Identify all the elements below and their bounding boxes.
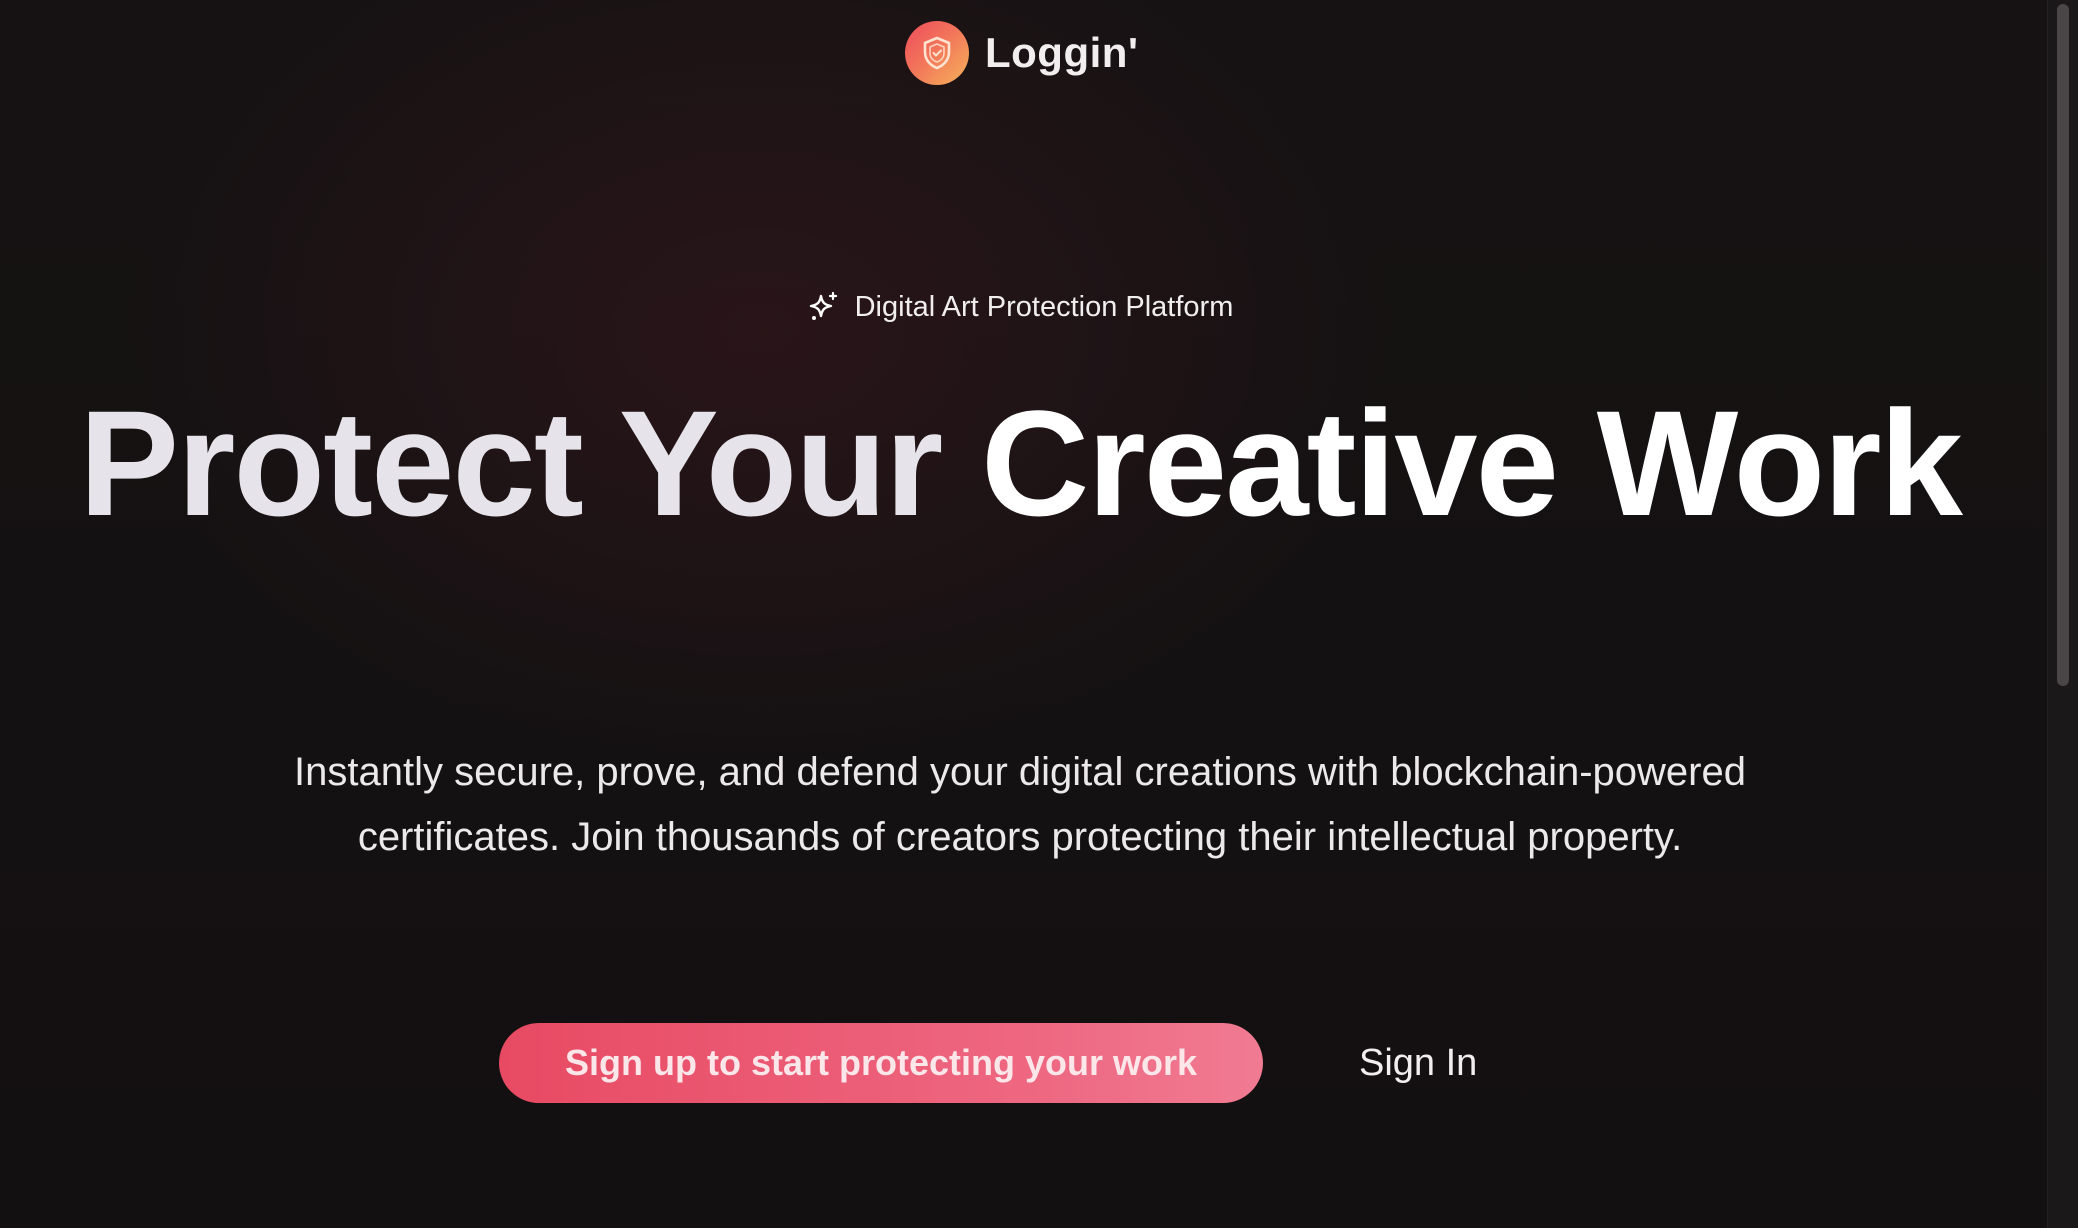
shield-check-icon (923, 36, 951, 70)
sparkle-icon (809, 291, 837, 320)
site-header: Loggin' (905, 18, 1138, 88)
page-scrollbar[interactable] (2047, 0, 2078, 1228)
hero-title-part1: Protect Your (79, 379, 981, 547)
sign-in-link[interactable]: Sign In (1359, 1042, 1477, 1085)
hero-subtitle: Instantly secure, prove, and defend your… (294, 750, 1746, 859)
hero-badge-text: Digital Art Protection Platform (854, 290, 1234, 323)
signup-button[interactable]: Sign up to start protecting your work (499, 1023, 1263, 1103)
hero-title: Protect Your Creative Work (0, 388, 2040, 538)
hero-badge: Digital Art Protection Platform (0, 290, 2040, 324)
logo[interactable] (905, 21, 969, 85)
brand-name[interactable]: Loggin' (985, 29, 1138, 77)
scrollbar-thumb[interactable] (2057, 4, 2069, 686)
hero-actions: Sign up to start protecting your work Si… (499, 1023, 1477, 1103)
hero-title-part2: Creative Work (981, 379, 1963, 547)
